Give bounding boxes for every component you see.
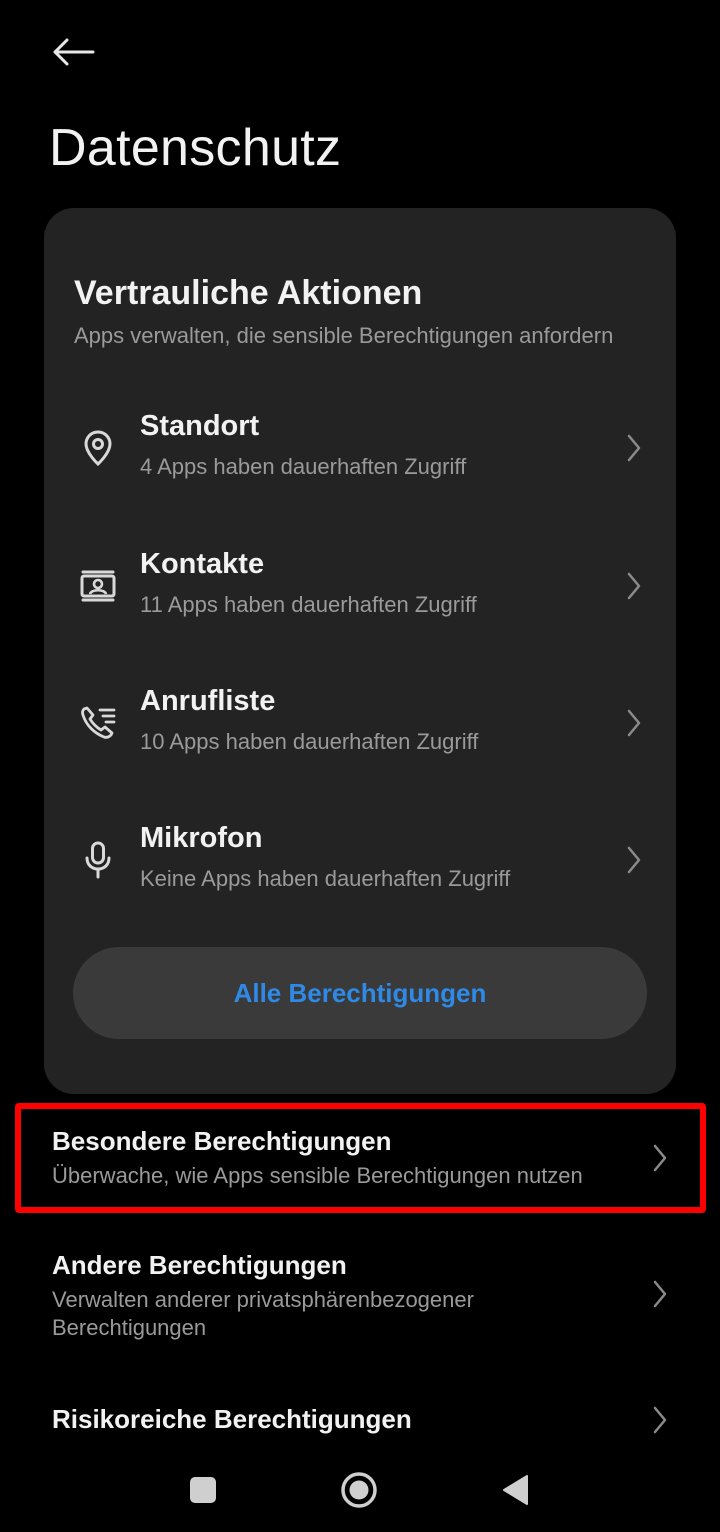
chevron-right-icon — [648, 1276, 672, 1312]
location-pin-icon — [74, 424, 122, 472]
permission-row-call-log[interactable]: Anrufliste 10 Apps haben dauerhaften Zug… — [44, 663, 676, 793]
highlight-box — [15, 1103, 706, 1213]
navigation-bar — [0, 1450, 720, 1532]
all-permissions-button[interactable]: Alle Berechtigungen — [73, 947, 647, 1039]
permission-subtitle: Keine Apps haben dauerhaften Zugriff — [140, 866, 511, 891]
chevron-right-icon — [648, 1402, 672, 1438]
permission-row-contacts[interactable]: Kontakte 11 Apps haben dauerhaften Zugri… — [44, 526, 676, 656]
permission-subtitle: 10 Apps haben dauerhaften Zugriff — [140, 729, 479, 754]
list-item-title: Andere Berechtigungen — [52, 1250, 347, 1280]
list-item-high-risk-permissions[interactable]: Risikoreiche Berechtigungen — [0, 1390, 720, 1450]
permission-title: Kontakte — [140, 548, 265, 580]
home-circle-icon — [341, 1472, 377, 1508]
card-title: Vertrauliche Aktionen — [74, 274, 423, 312]
permission-title: Anrufliste — [140, 685, 276, 717]
permission-title: Standort — [140, 410, 260, 442]
recents-square-icon — [190, 1477, 216, 1503]
page-title: Datenschutz — [49, 119, 342, 177]
permission-subtitle: 11 Apps haben dauerhaften Zugriff — [140, 592, 477, 617]
chevron-right-icon — [622, 842, 646, 878]
card-subtitle: Apps verwalten, die sensible Berechtigun… — [74, 323, 614, 348]
sensitive-actions-card: Vertrauliche Aktionen Apps verwalten, di… — [44, 208, 676, 1094]
back-button[interactable] — [44, 28, 102, 76]
home-button[interactable] — [337, 1470, 381, 1510]
recents-button[interactable] — [181, 1470, 225, 1510]
list-item-subtitle: Verwalten anderer privatsphärenbezogener… — [52, 1287, 474, 1340]
call-log-icon — [74, 699, 122, 747]
chevron-right-icon — [622, 705, 646, 741]
permission-title: Mikrofon — [140, 822, 263, 854]
contacts-card-icon — [74, 562, 122, 610]
back-triangle-icon — [503, 1475, 528, 1505]
list-item-title: Risikoreiche Berechtigungen — [52, 1404, 412, 1434]
list-item-other-permissions[interactable]: Andere Berechtigungen Verwalten anderer … — [0, 1232, 720, 1352]
back-nav-button[interactable] — [493, 1470, 537, 1510]
chevron-right-icon — [622, 430, 646, 466]
permission-row-microphone[interactable]: Mikrofon Keine Apps haben dauerhaften Zu… — [44, 800, 676, 930]
microphone-icon — [74, 836, 122, 884]
arrow-left-icon — [53, 38, 95, 66]
permission-subtitle: 4 Apps haben dauerhaften Zugriff — [140, 454, 467, 479]
permission-row-location[interactable]: Standort 4 Apps haben dauerhaften Zugrif… — [44, 388, 676, 518]
chevron-right-icon — [622, 568, 646, 604]
